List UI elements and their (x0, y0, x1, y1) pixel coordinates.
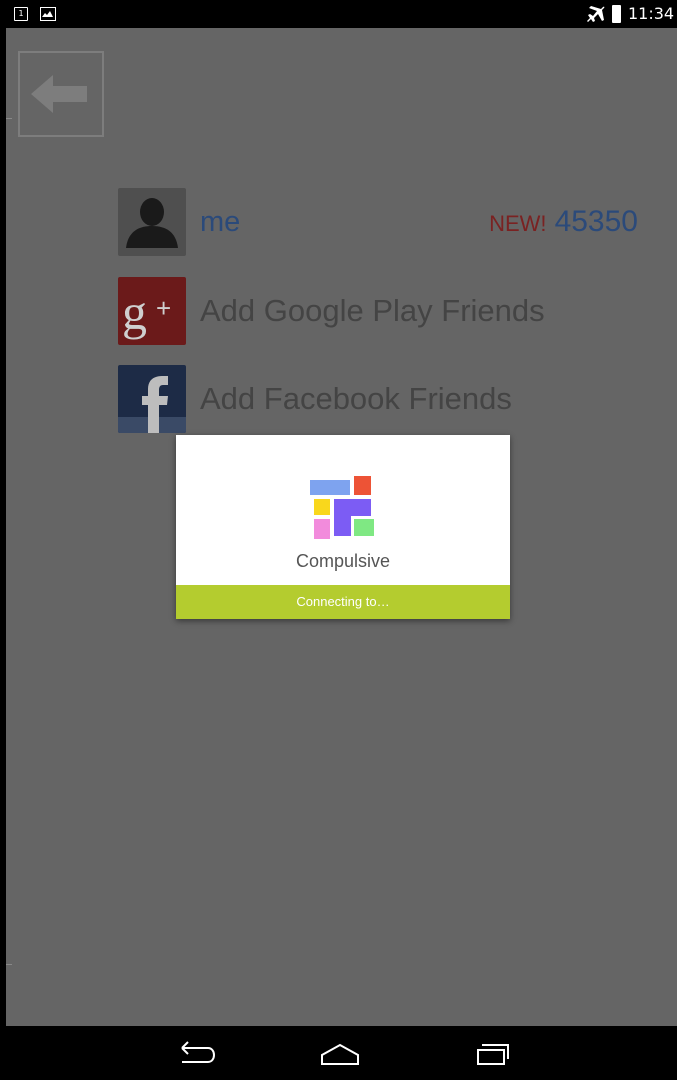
google-play-friends-label: Add Google Play Friends (200, 293, 545, 328)
recent-apps-icon[interactable] (462, 1036, 522, 1070)
navigation-bar (0, 1026, 677, 1080)
gallery-icon (40, 7, 56, 21)
add-facebook-friends-button[interactable]: Add Facebook Friends (118, 365, 638, 433)
list-item-me[interactable]: me NEW! 45350 (118, 188, 638, 256)
connecting-status-text: Connecting to… (296, 594, 390, 609)
connecting-dialog: Compulsive Connecting to… (176, 435, 510, 619)
player-name: me (200, 206, 241, 238)
score-value: 45350 (554, 205, 638, 238)
facebook-friends-label: Add Facebook Friends (200, 381, 512, 416)
facebook-icon (118, 365, 186, 433)
calendar-icon: 1 (14, 7, 28, 21)
app-logo (310, 476, 374, 539)
arrow-left-icon (31, 75, 87, 113)
calendar-day: 1 (18, 9, 24, 18)
divider (6, 964, 12, 965)
avatar-icon (118, 188, 186, 256)
home-icon[interactable] (310, 1036, 370, 1070)
battery-icon (612, 5, 621, 23)
clock: 11:34 (628, 4, 675, 23)
app-name: Compulsive (295, 551, 391, 571)
google-plus-icon: g + (118, 277, 186, 345)
svg-text:g: g (122, 284, 147, 340)
status-bar: 1 11:34 (0, 0, 677, 28)
airplane-mode-icon (587, 6, 605, 22)
svg-text:+: + (156, 293, 171, 323)
score-display: NEW! 45350 (489, 188, 638, 261)
new-badge: NEW! (489, 211, 547, 236)
back-button[interactable] (18, 51, 104, 137)
add-google-play-friends-button[interactable]: g + Add Google Play Friends (118, 277, 638, 345)
connecting-status-bar: Connecting to… (176, 585, 510, 619)
back-icon[interactable] (168, 1036, 228, 1070)
divider (6, 118, 12, 119)
